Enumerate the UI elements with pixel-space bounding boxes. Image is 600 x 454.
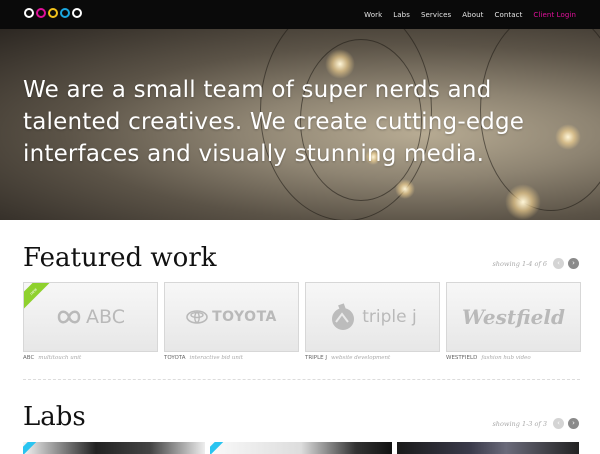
abc-lissajous-icon [57, 310, 81, 324]
featured-work-list: new ABC ABC multitouch unit TOYOTA TOYOTA… [23, 282, 581, 361]
abc-logo-text: ABC [86, 306, 125, 328]
work-thumbnail[interactable]: triple j [305, 282, 440, 352]
triplej-can-icon [332, 303, 355, 330]
chevron-left-icon[interactable]: ‹ [553, 258, 564, 269]
abc-logo: ABC [56, 306, 125, 328]
work-caption: ABC multitouch unit [23, 355, 158, 361]
work-card-abc[interactable]: new ABC ABC multitouch unit [23, 282, 158, 361]
client-login-link[interactable]: Client Login [533, 11, 576, 19]
nav-about[interactable]: About [462, 11, 483, 19]
logo-ring-icon [60, 8, 70, 18]
hero-light [505, 184, 541, 220]
work-thumbnail[interactable]: TOYOTA [164, 282, 299, 352]
work-desc: website development [331, 355, 391, 361]
work-caption: TOYOTA interactive bid unit [164, 355, 299, 361]
featured-pager: showing 1-4 of 6 ‹ › [492, 258, 579, 269]
logo-ring-icon [36, 8, 46, 18]
westfield-logo: Westfield [462, 305, 565, 329]
nav-contact[interactable]: Contact [494, 11, 522, 19]
work-name: TOYOTA [164, 355, 186, 361]
lab-ribbon [23, 442, 40, 454]
chevron-right-icon[interactable]: › [568, 258, 579, 269]
section-divider [23, 379, 580, 380]
hero-tagline: We are a small team of super nerds and t… [23, 77, 525, 167]
work-caption: WESTFIELD fashion hub video [446, 355, 581, 361]
work-caption: TRIPLE Jwebsite development [305, 355, 440, 361]
featured-showing-count: showing 1-4 of 6 [492, 259, 547, 268]
nav-services[interactable]: Services [421, 11, 451, 19]
main-nav: Work Labs Services About Contact Client … [364, 0, 576, 29]
hero-light [395, 179, 415, 199]
work-desc: multitouch unit [38, 355, 82, 361]
hero-banner: We are a small team of super nerds and t… [0, 29, 600, 220]
labs-pager: showing 1-3 of 3 ‹ › [492, 418, 579, 429]
labs-list [23, 442, 580, 454]
toyota-logo-text: TOYOTA [212, 309, 277, 325]
work-card-toyota[interactable]: TOYOTA TOYOTA interactive bid unit [164, 282, 299, 361]
nav-work[interactable]: Work [364, 11, 382, 19]
lab-card[interactable] [210, 442, 392, 454]
top-nav-bar: Work Labs Services About Contact Client … [0, 0, 600, 29]
work-desc: interactive bid unit [189, 355, 243, 361]
work-name: WESTFIELD [446, 355, 478, 361]
chevron-left-icon[interactable]: ‹ [553, 418, 564, 429]
triplej-logo: triple j [328, 302, 417, 332]
nav-labs[interactable]: Labs [393, 11, 410, 19]
work-card-triplej[interactable]: triple j TRIPLE Jwebsite development [305, 282, 440, 361]
work-thumbnail[interactable]: new ABC [23, 282, 158, 352]
lab-ribbon [210, 442, 227, 454]
ribbon-label: new [28, 286, 38, 296]
work-card-westfield[interactable]: Westfield WESTFIELD fashion hub video [446, 282, 581, 361]
site-logo[interactable] [24, 8, 82, 22]
lab-card[interactable] [23, 442, 205, 454]
work-thumbnail[interactable]: Westfield [446, 282, 581, 352]
toyota-logo: TOYOTA [186, 309, 277, 325]
logo-ring-icon [48, 8, 58, 18]
featured-work-title: Featured work [23, 243, 217, 273]
new-ribbon: new [24, 283, 53, 311]
triplej-logo-text: triple j [362, 307, 417, 327]
work-name: TRIPLE J [305, 355, 328, 361]
work-name: ABC [23, 355, 35, 361]
labs-showing-count: showing 1-3 of 3 [492, 419, 547, 428]
labs-title: Labs [23, 402, 86, 432]
chevron-right-icon[interactable]: › [568, 418, 579, 429]
logo-ring-icon [24, 8, 34, 18]
logo-ring-icon [72, 8, 82, 18]
westfield-logo-text: Westfield [462, 305, 565, 329]
lab-card[interactable] [397, 442, 579, 454]
work-desc: fashion hub video [481, 355, 531, 361]
toyota-emblem-icon [186, 310, 208, 324]
